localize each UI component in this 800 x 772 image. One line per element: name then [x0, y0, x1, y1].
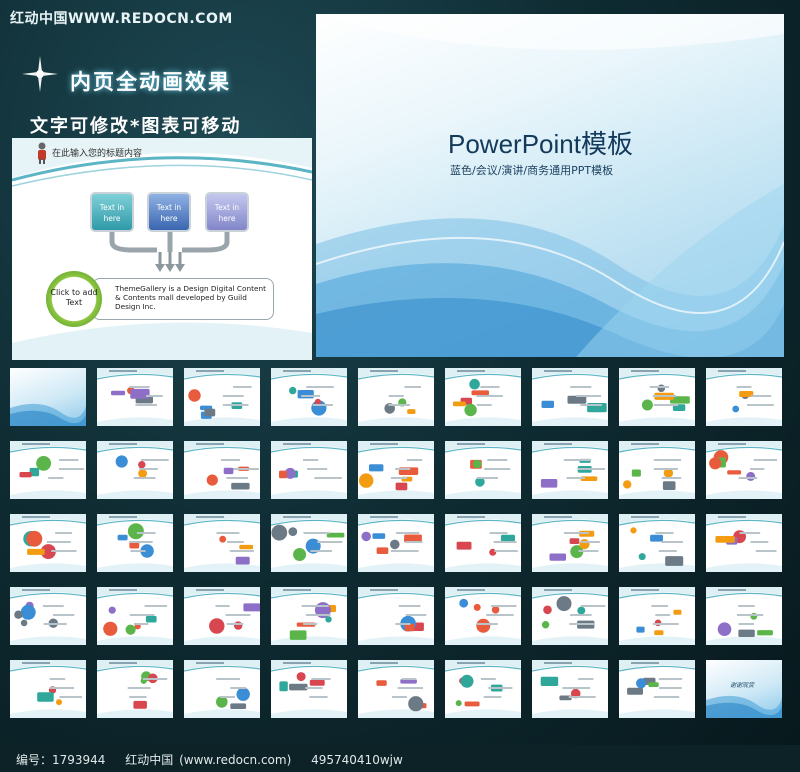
blue-wave-background [316, 14, 784, 357]
slide-thumbnail[interactable] [97, 514, 173, 572]
presenter-icon [38, 142, 46, 164]
slide-thumbnail[interactable] [10, 368, 86, 426]
thank-you-label: 谢谢观赏 [730, 682, 755, 689]
slide-thumbnail[interactable] [184, 587, 260, 645]
slide-thumbnail[interactable] [358, 514, 434, 572]
slide-thumbnail[interactable] [184, 514, 260, 572]
slide-thumbnail[interactable]: 谢谢观赏 [706, 660, 782, 718]
merge-arrows [109, 232, 230, 272]
slide-thumbnail[interactable] [706, 441, 782, 499]
slide-thumbnail[interactable] [184, 660, 260, 718]
sparkle-icon [22, 56, 58, 92]
slide-thumbnail[interactable] [445, 660, 521, 718]
slide-thumbnail[interactable] [532, 441, 608, 499]
cover-slide[interactable]: PowerPoint模板 蓝色/会议/演讲/商务通用PPT模板 [316, 14, 784, 357]
cover-subtitle: 蓝色/会议/演讲/商务通用PPT模板 [450, 164, 614, 177]
slide-thumbnail[interactable] [97, 660, 173, 718]
info-text-box[interactable]: ThemeGallery is a Design Digital Content… [92, 278, 274, 320]
slide-thumbnail[interactable] [532, 368, 608, 426]
headline-animation: 内页全动画效果 [70, 70, 231, 94]
watermark-text: 红动中国WWW.REDOCN.COM [10, 11, 233, 27]
slide-thumbnail[interactable] [619, 441, 695, 499]
slide-thumbnail[interactable] [271, 660, 347, 718]
inner-slide-title: 在此输入您的标题内容 [52, 149, 143, 159]
slide-thumbnail[interactable] [97, 441, 173, 499]
click-to-add-circle[interactable]: Click to add Text [46, 271, 102, 327]
slide-thumbnail[interactable] [619, 514, 695, 572]
footer-author: 495740410wjw [311, 753, 403, 767]
slide-thumbnail[interactable] [619, 660, 695, 718]
slide-thumbnail[interactable] [97, 587, 173, 645]
slide-thumbnail[interactable] [445, 368, 521, 426]
headline-editable: 文字可修改*图表可移动 [30, 116, 242, 137]
text-box-2[interactable]: Text in here [147, 192, 191, 232]
text-box-1[interactable]: Text in here [90, 192, 134, 232]
slide-thumbnail[interactable] [271, 514, 347, 572]
slide-thumbnail[interactable] [358, 368, 434, 426]
slide-thumbnail[interactable] [445, 514, 521, 572]
slide-thumbnail[interactable] [532, 587, 608, 645]
slide-thumbnail[interactable] [10, 587, 86, 645]
slide-thumbnail[interactable] [184, 441, 260, 499]
footer-site: 红动中国 (www.redocn.com) [125, 753, 292, 767]
slide-thumbnail[interactable] [10, 514, 86, 572]
slide-thumbnail[interactable] [445, 441, 521, 499]
footer-id: 编号：1793944 [16, 753, 106, 767]
slide-thumbnail[interactable] [445, 587, 521, 645]
slide-thumbnail[interactable] [619, 368, 695, 426]
slide-thumbnail[interactable] [706, 587, 782, 645]
slide-thumbnail[interactable] [271, 368, 347, 426]
slide-thumbnail[interactable] [706, 368, 782, 426]
slide-thumbnail[interactable] [532, 660, 608, 718]
slide-thumbnail[interactable] [532, 514, 608, 572]
text-box-3[interactable]: Text in here [205, 192, 249, 232]
slide-thumbnail[interactable] [619, 587, 695, 645]
slide-thumbnail[interactable] [271, 587, 347, 645]
slide-thumbnail[interactable] [358, 660, 434, 718]
slide-thumbnail[interactable] [10, 660, 86, 718]
slide-thumbnail[interactable] [271, 441, 347, 499]
slide-thumbnail[interactable] [10, 441, 86, 499]
footer-bar: 编号：1793944 红动中国 (www.redocn.com) 4957404… [0, 745, 800, 772]
cover-title: PowerPoint模板 [448, 129, 633, 159]
slide-thumbnail[interactable] [706, 514, 782, 572]
slide-thumbnail[interactable] [358, 441, 434, 499]
slide-thumbnail[interactable] [184, 368, 260, 426]
slide-thumbnail[interactable] [97, 368, 173, 426]
inner-slide-preview[interactable]: 在此输入您的标题内容 Text in here Text in here Tex… [12, 138, 312, 360]
slide-thumbnail[interactable] [358, 587, 434, 645]
